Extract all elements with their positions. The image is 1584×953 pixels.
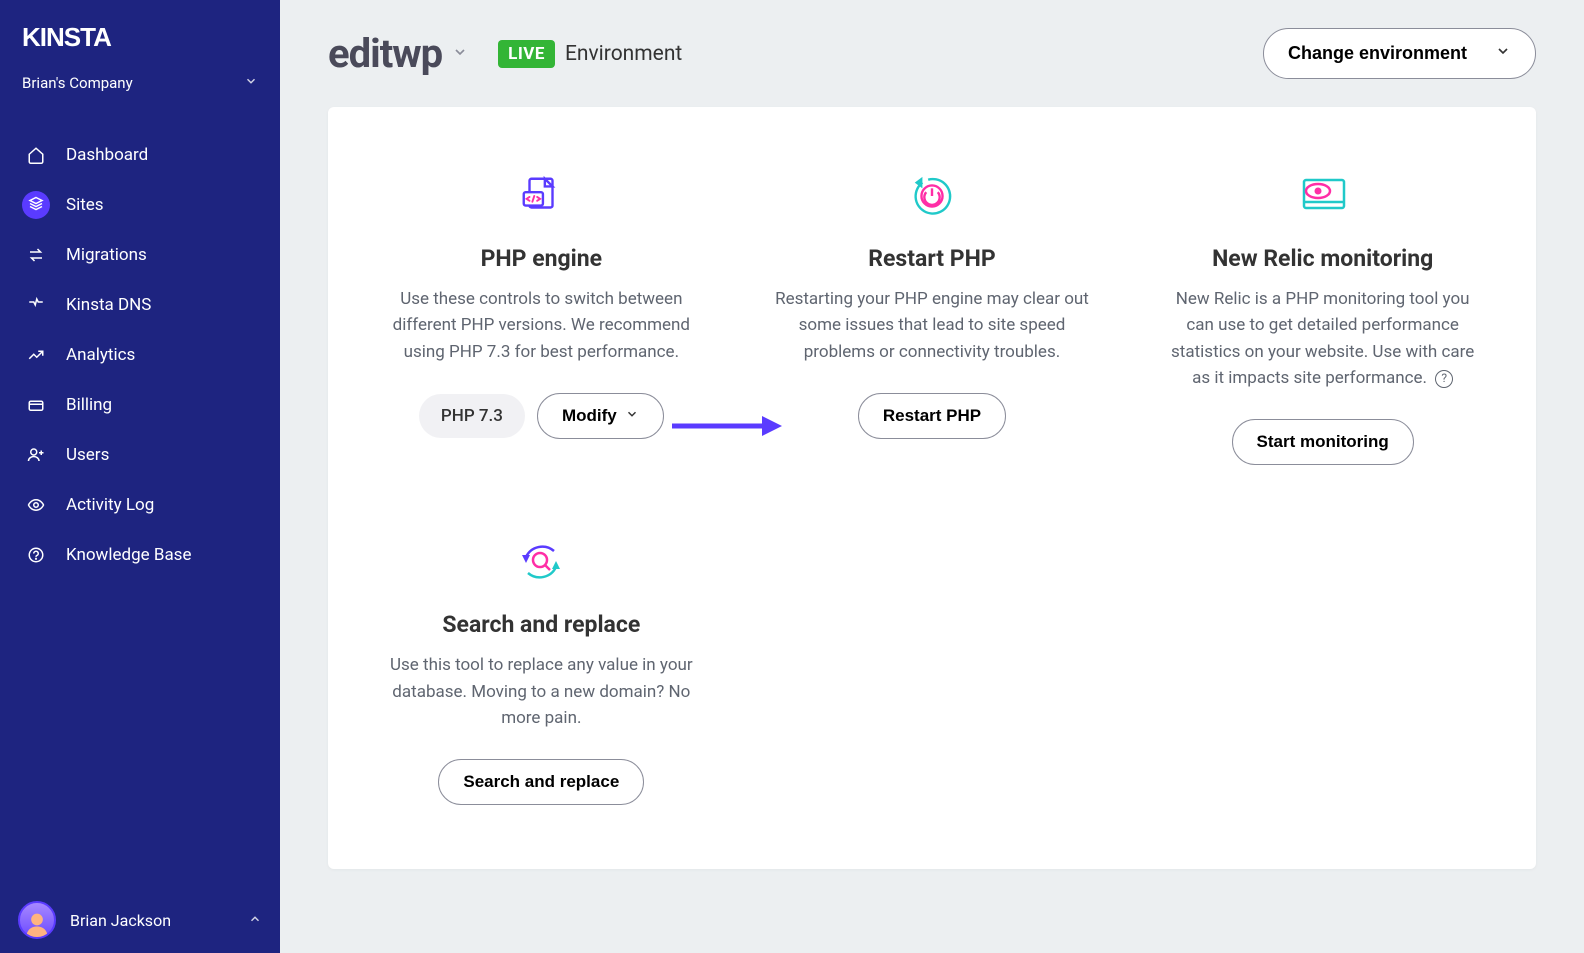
php-version-badge: PHP 7.3 [419, 394, 525, 438]
nav-label: Migrations [66, 245, 147, 265]
nav-label: Analytics [66, 345, 135, 365]
restart-php-label: Restart PHP [883, 406, 981, 426]
tool-desc: Use this tool to replace any value in yo… [381, 652, 701, 731]
nav-label: Billing [66, 395, 112, 415]
nav-sites[interactable]: Sites [0, 180, 280, 230]
tool-restart-php: Restart PHP Restarting your PHP engine m… [767, 171, 1098, 465]
nav-label: Knowledge Base [66, 545, 191, 565]
nav-label: Kinsta DNS [66, 295, 151, 315]
nav-analytics[interactable]: Analytics [0, 330, 280, 380]
tool-title: Restart PHP [868, 245, 995, 272]
nav-billing[interactable]: Billing [0, 380, 280, 430]
live-badge: LIVE [498, 40, 555, 68]
chevron-down-icon [452, 44, 468, 64]
nav-knowledge-base[interactable]: Knowledge Base [0, 530, 280, 580]
company-name: Brian's Company [22, 74, 133, 92]
nav-activity-log[interactable]: Activity Log [0, 480, 280, 530]
analytics-icon [22, 341, 50, 369]
nav-label: Sites [66, 195, 104, 215]
restart-php-button[interactable]: Restart PHP [858, 393, 1006, 439]
primary-nav: Dashboard Sites Migrations Kinsta DNS An… [0, 130, 280, 887]
new-relic-icon [1296, 171, 1350, 221]
tool-desc: Use these controls to switch between dif… [381, 286, 701, 365]
nav-label: Dashboard [66, 145, 148, 165]
tool-actions: Search and replace [438, 759, 644, 805]
dns-icon [22, 291, 50, 319]
sites-icon [22, 191, 50, 219]
main-area: editwp LIVE Environment Change environme… [280, 0, 1584, 953]
sidebar-header: KINSTA Brian's Company [0, 0, 280, 102]
nav-dashboard[interactable]: Dashboard [0, 130, 280, 180]
nav-label: Users [66, 445, 109, 465]
sidebar: KINSTA Brian's Company Dashboard Sites [0, 0, 280, 953]
tool-desc-text: New Relic is a PHP monitoring tool you c… [1171, 289, 1474, 388]
page-header: editwp LIVE Environment Change environme… [280, 0, 1584, 107]
kb-icon [22, 541, 50, 569]
site-selector[interactable]: editwp [328, 30, 468, 77]
search-replace-icon [516, 537, 566, 587]
header-left: editwp LIVE Environment [328, 30, 682, 77]
php-engine-icon [518, 171, 564, 221]
company-selector[interactable]: Brian's Company [22, 74, 258, 92]
migrations-icon [22, 241, 50, 269]
billing-icon [22, 391, 50, 419]
nav-dns[interactable]: Kinsta DNS [0, 280, 280, 330]
tools-card: PHP engine Use these controls to switch … [328, 107, 1536, 869]
chevron-down-icon [625, 406, 639, 426]
chevron-down-icon [244, 74, 258, 92]
users-icon [22, 441, 50, 469]
tool-new-relic: New Relic monitoring New Relic is a PHP … [1157, 171, 1488, 465]
user-menu[interactable]: Brian Jackson [0, 887, 280, 953]
nav-migrations[interactable]: Migrations [0, 230, 280, 280]
tool-actions: Restart PHP [858, 393, 1006, 439]
tool-actions: Start monitoring [1232, 419, 1414, 465]
home-icon [22, 141, 50, 169]
brand-logo: KINSTA [22, 24, 258, 60]
search-replace-label: Search and replace [463, 772, 619, 792]
start-monitoring-button[interactable]: Start monitoring [1232, 419, 1414, 465]
nav-label: Activity Log [66, 495, 154, 515]
user-info: Brian Jackson [18, 901, 171, 939]
site-name: editwp [328, 30, 442, 77]
avatar [18, 901, 56, 939]
restart-php-icon [909, 171, 955, 221]
modify-label: Modify [562, 406, 617, 426]
search-replace-button[interactable]: Search and replace [438, 759, 644, 805]
user-name: Brian Jackson [70, 911, 171, 930]
tool-title: PHP engine [481, 245, 602, 272]
tool-actions: PHP 7.3 Modify [419, 393, 664, 439]
change-env-label: Change environment [1288, 43, 1467, 64]
environment-indicator: LIVE Environment [498, 40, 682, 68]
svg-text:KINSTA: KINSTA [22, 24, 112, 52]
help-icon[interactable]: ? [1435, 370, 1453, 388]
nav-users[interactable]: Users [0, 430, 280, 480]
tool-title: New Relic monitoring [1212, 245, 1433, 272]
tool-search-replace: Search and replace Use this tool to repl… [376, 537, 707, 805]
chevron-up-icon [248, 911, 262, 930]
start-monitoring-label: Start monitoring [1257, 432, 1389, 452]
tool-title: Search and replace [442, 611, 640, 638]
change-environment-button[interactable]: Change environment [1263, 28, 1536, 79]
environment-label: Environment [565, 42, 682, 66]
tool-desc: Restarting your PHP engine may clear out… [772, 286, 1092, 365]
activity-icon [22, 491, 50, 519]
tool-php-engine: PHP engine Use these controls to switch … [376, 171, 707, 465]
modify-php-button[interactable]: Modify [537, 393, 664, 439]
tool-desc: New Relic is a PHP monitoring tool you c… [1163, 286, 1483, 391]
chevron-down-icon [1495, 43, 1511, 64]
